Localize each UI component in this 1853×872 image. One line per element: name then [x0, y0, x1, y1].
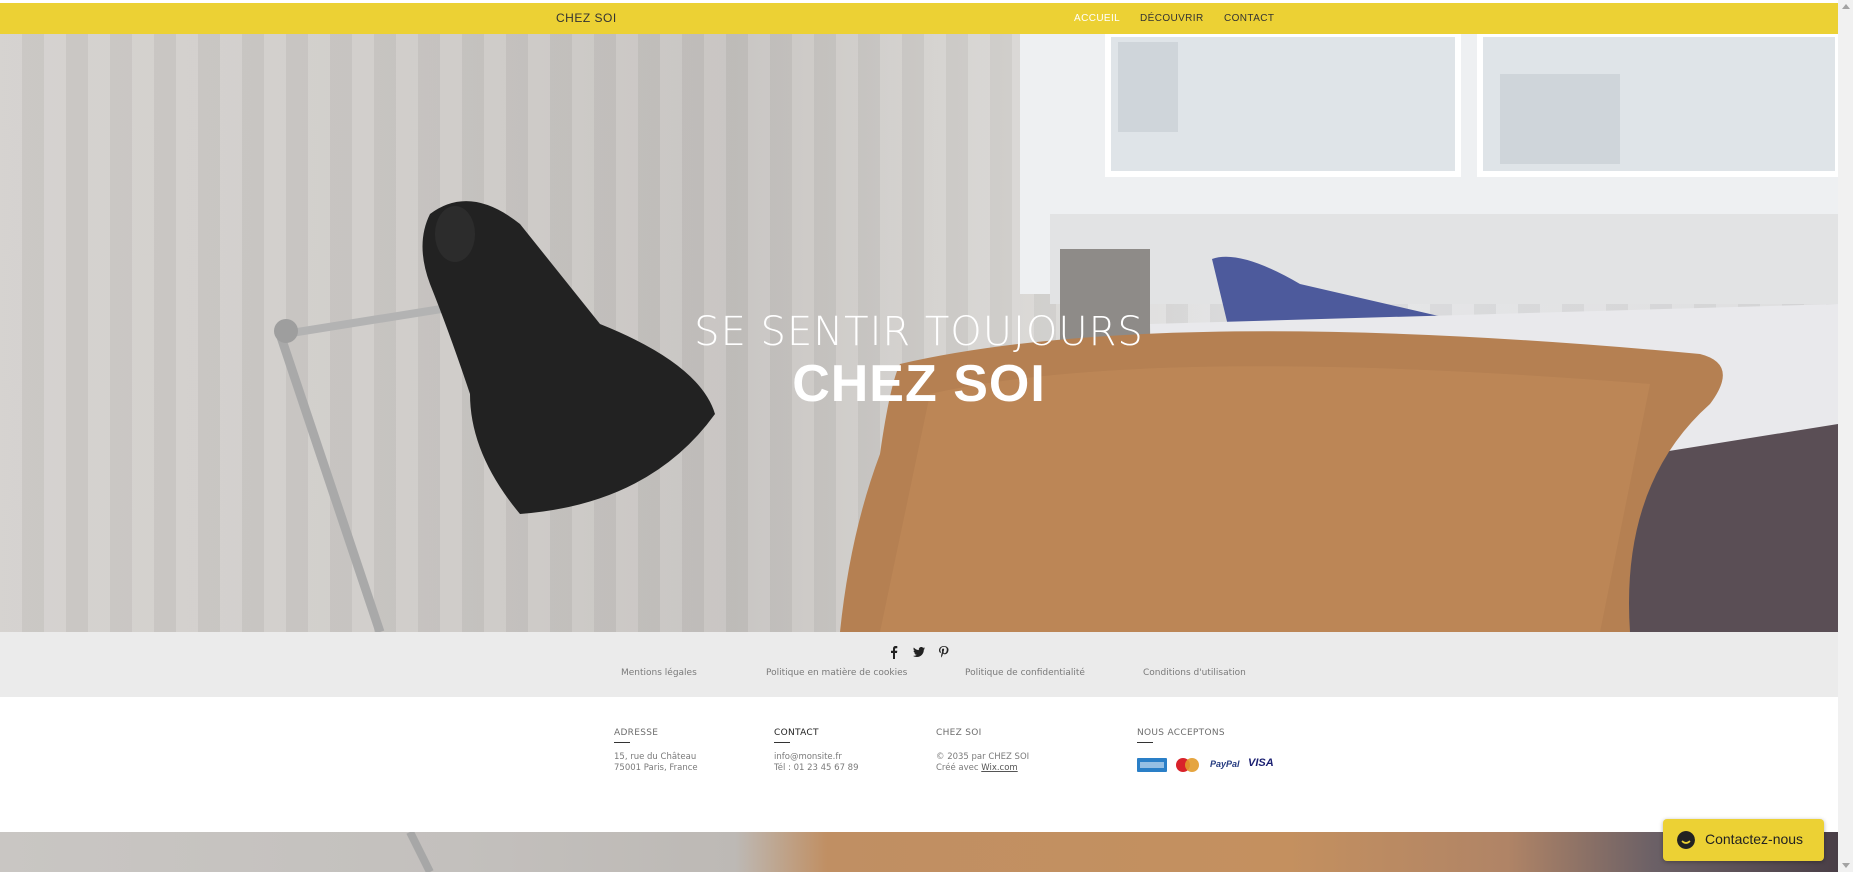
mastercard-icon: [1176, 758, 1199, 772]
footer-links-band: Mentions légales Politique en matière de…: [0, 632, 1838, 697]
chat-button[interactable]: Contactez-nous: [1663, 819, 1824, 861]
link-cookies-policy[interactable]: Politique en matière de cookies: [766, 668, 907, 678]
address-title: ADRESSE: [614, 728, 659, 738]
bottom-lamp-arm: [406, 832, 434, 872]
nav-item-accueil[interactable]: ACCUEIL: [1074, 13, 1120, 24]
payments-title: NOUS ACCEPTONS: [1137, 728, 1225, 738]
contact-divider: [774, 742, 790, 743]
scroll-down-icon[interactable]: [1842, 863, 1850, 868]
brand-title: CHEZ SOI: [936, 728, 982, 738]
wix-link[interactable]: Wix.com: [981, 763, 1017, 773]
address-line-1: 15, rue du Château: [614, 752, 697, 762]
made-with-prefix: Créé avec: [936, 763, 982, 773]
hero-title: CHEZ SOI: [792, 355, 1046, 413]
site-header: CHEZ SOI ACCUEIL DÉCOUVRIR CONTACT: [0, 3, 1838, 34]
twitter-icon[interactable]: [912, 645, 926, 659]
scroll-up-icon[interactable]: [1842, 4, 1850, 9]
hero-section: SE SENTIR TOUJOURS CHEZ SOI: [0, 34, 1838, 632]
vertical-scrollbar[interactable]: [1838, 0, 1853, 872]
address-line-2: 75001 Paris, France: [614, 763, 698, 773]
contact-email[interactable]: info@monsite.fr: [774, 752, 842, 763]
hero-tagline: SE SENTIR TOUJOURS: [694, 309, 1144, 355]
payments-divider: [1137, 742, 1153, 743]
link-terms-of-use[interactable]: Conditions d'utilisation: [1143, 668, 1246, 678]
contact-title: CONTACT: [774, 728, 819, 738]
bottom-hero-strip: [0, 832, 1838, 872]
visa-icon: VISA: [1248, 757, 1274, 769]
nav-item-contact[interactable]: CONTACT: [1224, 13, 1274, 24]
nav-item-decouvrir[interactable]: DÉCOUVRIR: [1140, 13, 1204, 24]
chat-button-label: Contactez-nous: [1705, 831, 1804, 847]
copyright-text: © 2035 par CHEZ SOI: [936, 752, 1030, 762]
facebook-icon[interactable]: [887, 645, 901, 659]
link-privacy-policy[interactable]: Politique de confidentialité: [965, 668, 1085, 678]
site-logo[interactable]: CHEZ SOI: [556, 11, 617, 25]
contact-phone: Tél : 01 23 45 67 89: [774, 763, 859, 773]
address-divider: [614, 742, 630, 743]
amex-icon: [1137, 758, 1167, 772]
chat-smiley-icon: [1677, 831, 1695, 849]
link-mentions-legales[interactable]: Mentions légales: [621, 668, 697, 678]
pinterest-icon[interactable]: [937, 645, 951, 659]
paypal-icon: PayPal: [1210, 759, 1240, 769]
made-with-text: Créé avec Wix.com: [936, 763, 1018, 774]
site-footer: ADRESSE 15, rue du Château 75001 Paris, …: [0, 697, 1838, 832]
